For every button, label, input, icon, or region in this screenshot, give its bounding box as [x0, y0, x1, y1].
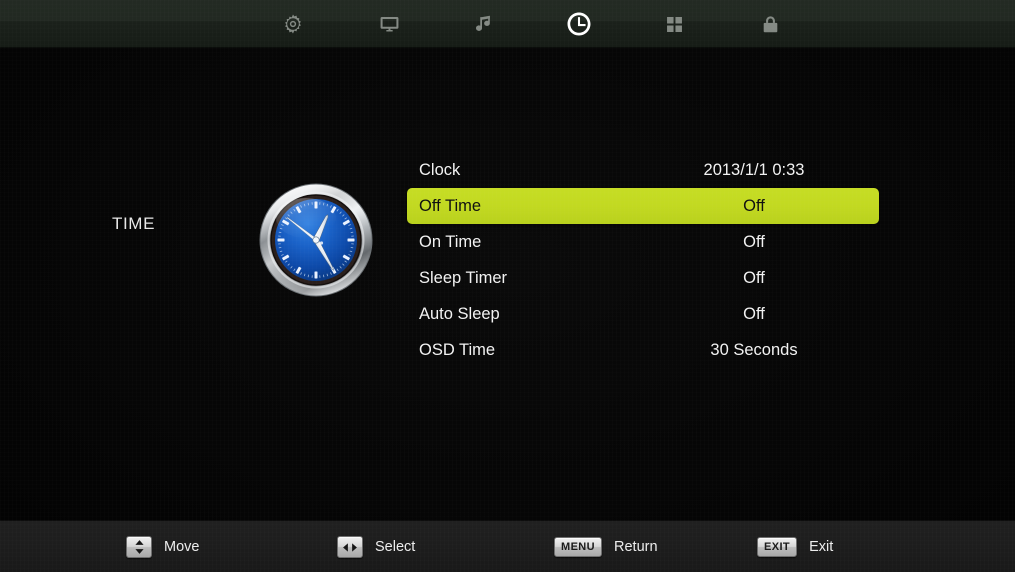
- menu-item-value: 2013/1/1 0:33: [703, 160, 805, 179]
- music-note-icon[interactable]: [466, 6, 502, 42]
- lock-icon[interactable]: [752, 6, 788, 42]
- menu-row-sleep-timer[interactable]: Sleep Timer Off: [407, 260, 879, 296]
- time-settings-menu: Clock 2013/1/1 0:33 Off Time Off On Time…: [407, 152, 879, 368]
- hint-select: Select: [337, 534, 415, 560]
- hint-return: MENU Return: [554, 534, 658, 560]
- menu-item-label: Off Time: [419, 196, 482, 215]
- menu-item-label: On Time: [419, 232, 482, 251]
- menu-item-value: 30 Seconds: [710, 340, 798, 359]
- clock-icon[interactable]: [561, 6, 597, 42]
- menu-item-label: Sleep Timer: [419, 268, 508, 287]
- analog-clock-illustration: [258, 182, 374, 298]
- menu-item-label: OSD Time: [419, 340, 496, 359]
- hint-label: Return: [614, 539, 658, 555]
- top-category-bar: [0, 0, 1015, 48]
- hint-label: Exit: [809, 539, 834, 555]
- hint-move: Move: [126, 534, 199, 560]
- menu-row-auto-sleep[interactable]: Auto Sleep Off: [407, 296, 879, 332]
- bottom-help-bar: Move Select MENU Return EXIT Exit: [0, 520, 1015, 572]
- page-title: TIME: [112, 214, 156, 233]
- menu-item-value: Off: [743, 232, 765, 251]
- menu-item-value: Off: [743, 304, 765, 323]
- left-right-arrows-icon[interactable]: [337, 536, 363, 558]
- monitor-icon[interactable]: [371, 6, 407, 42]
- menu-row-on-time[interactable]: On Time Off: [407, 224, 879, 260]
- up-down-arrows-icon[interactable]: [126, 536, 152, 558]
- menu-item-label: Clock: [419, 160, 461, 179]
- hint-label: Select: [375, 539, 416, 555]
- menu-item-label: Auto Sleep: [419, 304, 500, 323]
- grid-icon[interactable]: [656, 6, 692, 42]
- exit-key-button[interactable]: EXIT: [757, 537, 798, 557]
- menu-key-button[interactable]: MENU: [554, 537, 602, 557]
- menu-row-clock[interactable]: Clock 2013/1/1 0:33: [407, 152, 879, 188]
- menu-item-value: Off: [743, 196, 765, 215]
- menu-item-value: Off: [743, 268, 765, 287]
- menu-row-off-time[interactable]: Off Time Off: [407, 188, 879, 224]
- gear-icon[interactable]: [275, 6, 311, 42]
- osd-screen: TIME Clock 2013/1/1 0:33 Off Time Off On…: [0, 0, 1015, 572]
- hint-label: Move: [164, 539, 200, 555]
- menu-row-osd-time[interactable]: OSD Time 30 Seconds: [407, 332, 879, 368]
- hint-exit: EXIT Exit: [757, 534, 833, 560]
